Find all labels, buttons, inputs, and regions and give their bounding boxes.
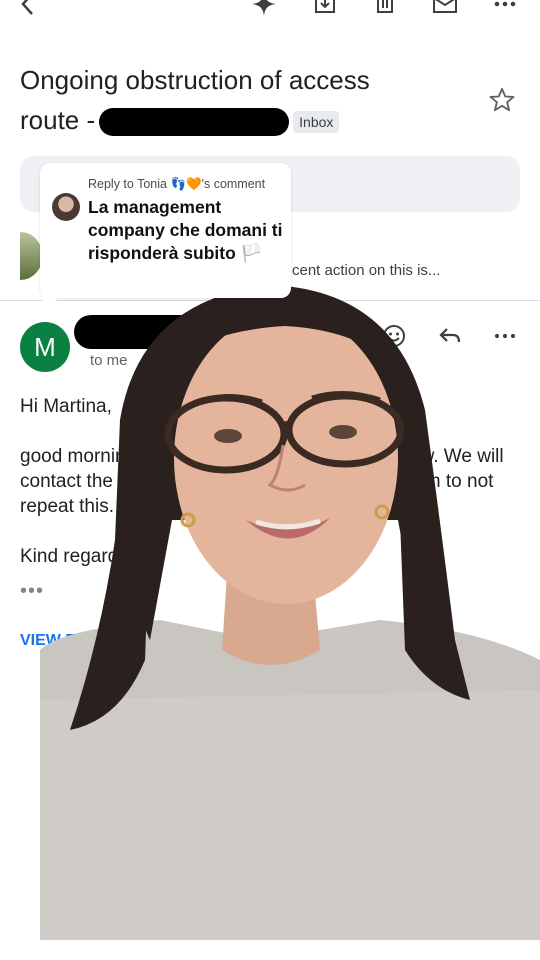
- archive-icon[interactable]: [313, 0, 337, 16]
- back-icon[interactable]: [18, 0, 38, 16]
- bubble-tail: [39, 287, 59, 307]
- commenter-avatar: [52, 193, 80, 221]
- message-more-icon[interactable]: [494, 324, 516, 348]
- delete-icon[interactable]: [373, 0, 397, 16]
- sender-avatar[interactable]: M: [20, 322, 70, 372]
- subject-redaction: [99, 108, 290, 137]
- to-me-label: to me: [90, 352, 128, 369]
- body-line-3: repeat this.: [20, 496, 114, 517]
- show-trimmed-content-button[interactable]: •••: [20, 580, 44, 603]
- inbox-label-chip[interactable]: Inbox: [293, 111, 340, 134]
- body-line-1-left: good morning: [20, 446, 137, 467]
- body-line-2-left: contact the fl: [20, 471, 128, 492]
- email-subject: Ongoing obstruction of access route - Inb…: [20, 60, 480, 140]
- top-toolbar: [0, 0, 540, 24]
- view-entire-message-link[interactable]: VIEW EN: [20, 632, 88, 650]
- body-line-1-right: ow. We will: [410, 446, 504, 467]
- star-icon[interactable]: [488, 86, 516, 114]
- subject-line-1: Ongoing obstruction of access: [20, 65, 370, 95]
- divider: [0, 300, 540, 301]
- mail-icon[interactable]: [432, 0, 458, 16]
- recipient-details[interactable]: to me: [90, 352, 154, 369]
- subject-line-2: route -: [20, 105, 96, 135]
- chevron-down-icon[interactable]: [142, 355, 154, 365]
- email-closing: Kind regards: [20, 546, 128, 567]
- body-line-2-right: him to not: [410, 471, 494, 492]
- comment-text: La management company che domani ti risp…: [88, 197, 283, 263]
- sparkle-icon[interactable]: [252, 0, 276, 16]
- comment-reply-meta: Reply to Tonia 👣🧡's comment: [88, 177, 266, 191]
- previous-message-snippet[interactable]: cent action on this is...: [292, 262, 440, 279]
- comment-reply-bubble[interactable]: Reply to Tonia 👣🧡's comment La managemen…: [39, 163, 291, 307]
- reply-icon[interactable]: [438, 324, 462, 348]
- sender-name-redaction: [74, 315, 198, 349]
- previous-sender-avatar: [20, 232, 42, 280]
- more-icon[interactable]: [494, 0, 516, 16]
- email-greeting: Hi Martina,: [20, 396, 112, 417]
- emoji-reaction-icon[interactable]: [382, 324, 406, 348]
